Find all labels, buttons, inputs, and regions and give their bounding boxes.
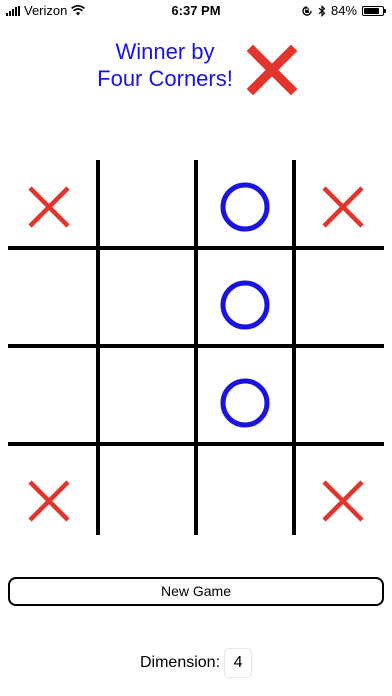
x-mark-icon [246,44,298,96]
cell-hit-area[interactable] [294,248,392,346]
board-cell-r3-c0[interactable] [0,444,98,542]
board-cell-r3-c2[interactable] [196,444,294,542]
board-cell-r0-c0[interactable] [0,150,98,248]
battery-percent: 84% [330,3,357,18]
dimension-label: Dimension: [139,654,221,671]
battery-icon [362,5,386,16]
board-cell-r2-c2[interactable] [196,346,294,444]
orientation-lock-icon [302,5,312,16]
board-cell-r0-c3[interactable] [294,150,392,248]
dimension-input[interactable]: 4 [224,648,253,678]
board-cell-r3-c1[interactable] [98,444,196,542]
cell-hit-area[interactable] [98,346,196,444]
cell-hit-area[interactable] [98,150,196,248]
cell-hit-area[interactable] [0,248,98,346]
cell-hit-area[interactable] [98,248,196,346]
cell-hit-area[interactable] [294,346,392,444]
board-cell-r1-c2[interactable] [196,248,294,346]
battery-level [364,7,379,14]
winner-message-line2: Four Corners! [97,66,233,91]
board-cell-r1-c1[interactable] [98,248,196,346]
cell-hit-area[interactable] [0,444,98,542]
winner-message-line1: Winner by [115,39,215,64]
board-cell-r0-c2[interactable] [196,150,294,248]
board-cell-r3-c3[interactable] [294,444,392,542]
dimension-control: Dimension: 4 [0,648,392,678]
game-board[interactable] [0,150,392,542]
bluetooth-icon [318,4,326,17]
cell-hit-area[interactable] [196,248,294,346]
board-cell-r2-c3[interactable] [294,346,392,444]
status-right: 84% [301,3,386,18]
new-game-button[interactable]: New Game [8,577,384,606]
cell-hit-area[interactable] [196,444,294,542]
board-cell-r1-c3[interactable] [294,248,392,346]
board-cell-r0-c1[interactable] [98,150,196,248]
cell-hit-area[interactable] [0,346,98,444]
winner-message: Winner by Four Corners! [60,38,270,92]
cell-hit-area[interactable] [196,346,294,444]
cell-hit-area[interactable] [294,150,392,248]
board-cell-r2-c1[interactable] [98,346,196,444]
cell-hit-area[interactable] [294,444,392,542]
board-cell-r1-c0[interactable] [0,248,98,346]
board-cell-r2-c0[interactable] [0,346,98,444]
cell-hit-area[interactable] [196,150,294,248]
cell-hit-area[interactable] [0,150,98,248]
cell-hit-area[interactable] [98,444,196,542]
status-bar: Verizon 6:37 PM 84% [0,0,392,22]
